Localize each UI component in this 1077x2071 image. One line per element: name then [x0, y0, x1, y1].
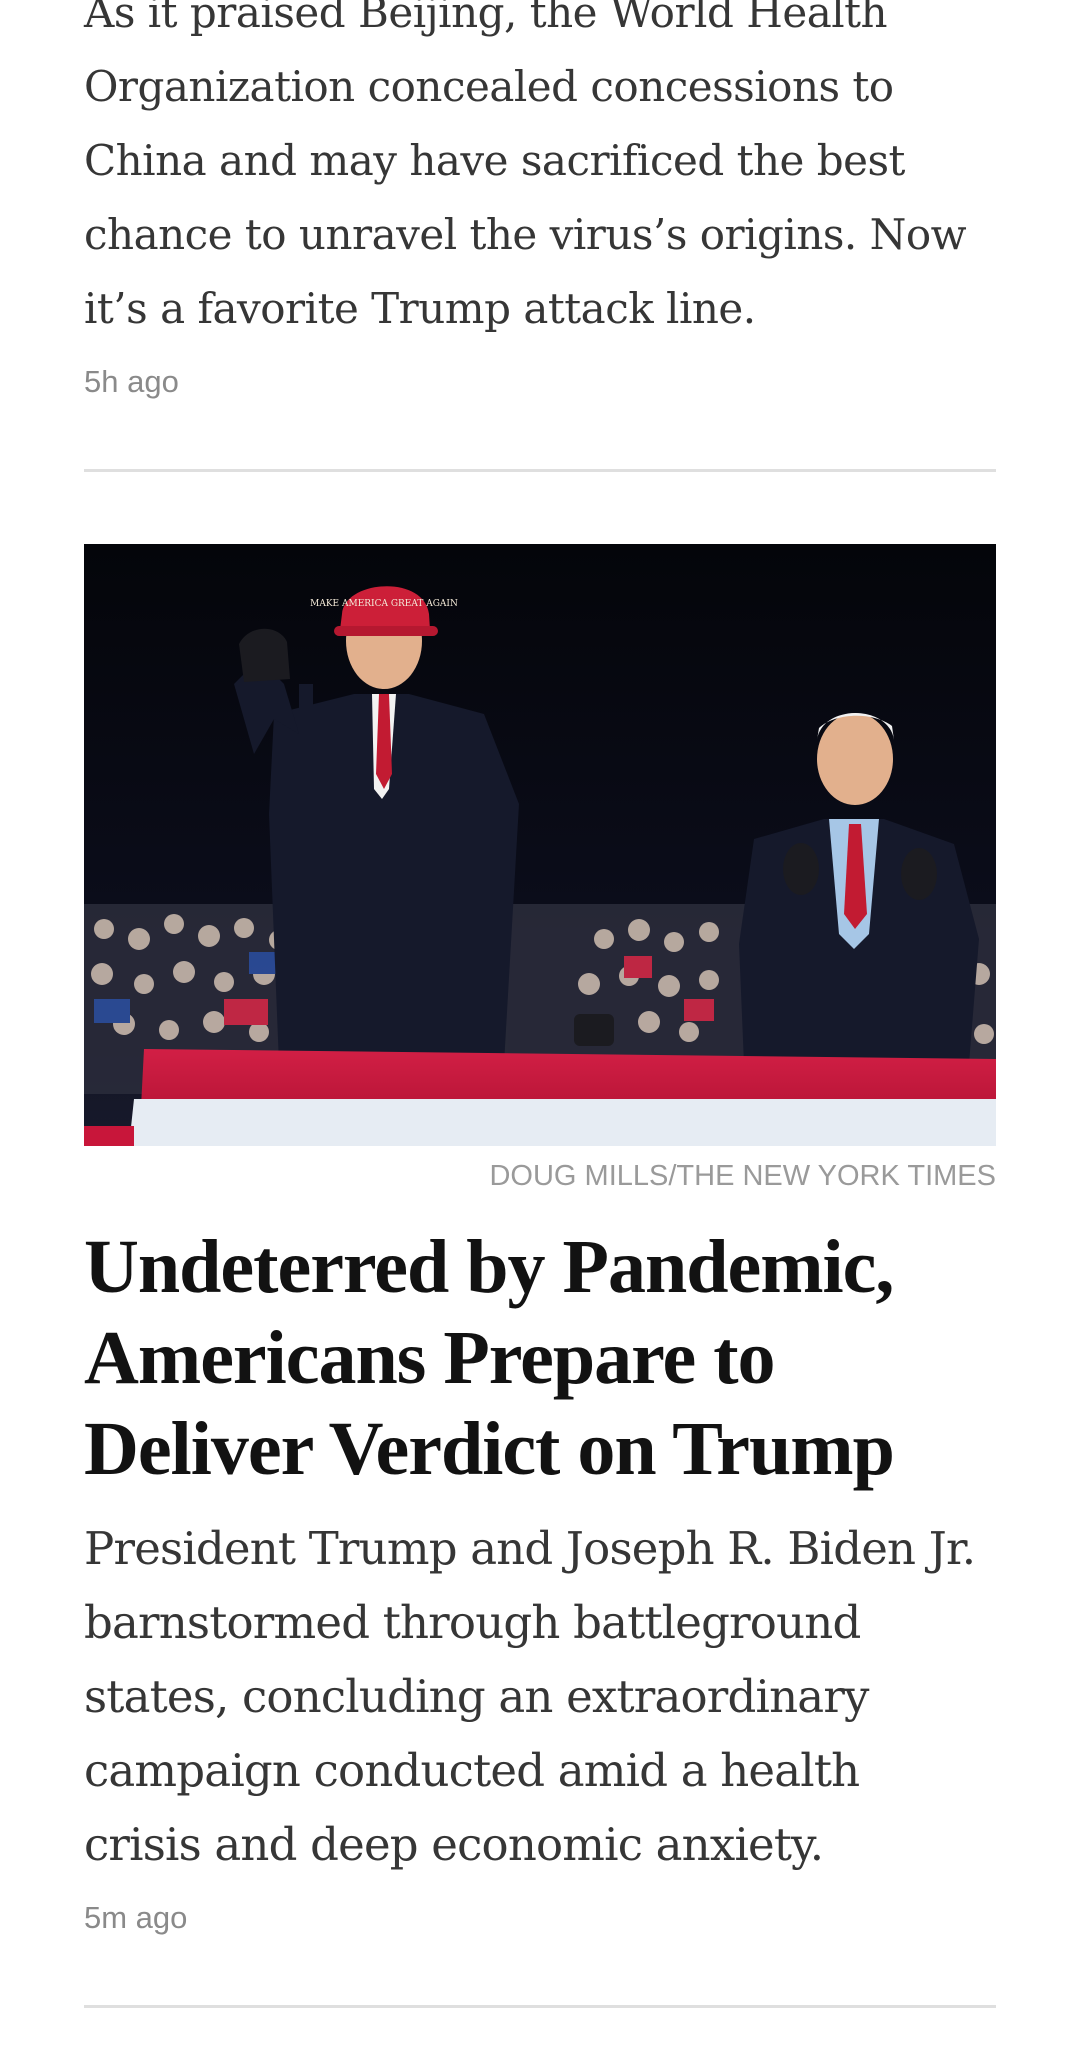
article-timestamp: 5h ago — [84, 364, 179, 399]
article-divider — [84, 469, 996, 472]
photo-credit: DOUG MILLS/THE NEW YORK TIMES — [489, 1160, 996, 1192]
hat-text: MAKE AMERICA GREAT AGAIN — [310, 599, 458, 609]
article-photo[interactable]: MAKE AMERICA GREAT AGAIN — [84, 544, 996, 1146]
article-divider — [84, 2005, 996, 2008]
article-summary[interactable]: As it praised Beijing, the World Health … — [84, 0, 1014, 346]
article-headline[interactable]: Undeterred by Pandemic, Americans Prepar… — [84, 1222, 1014, 1495]
article-summary[interactable]: President Trump and Joseph R. Biden Jr. … — [84, 1512, 984, 1882]
article-timestamp: 5m ago — [84, 1900, 188, 1935]
